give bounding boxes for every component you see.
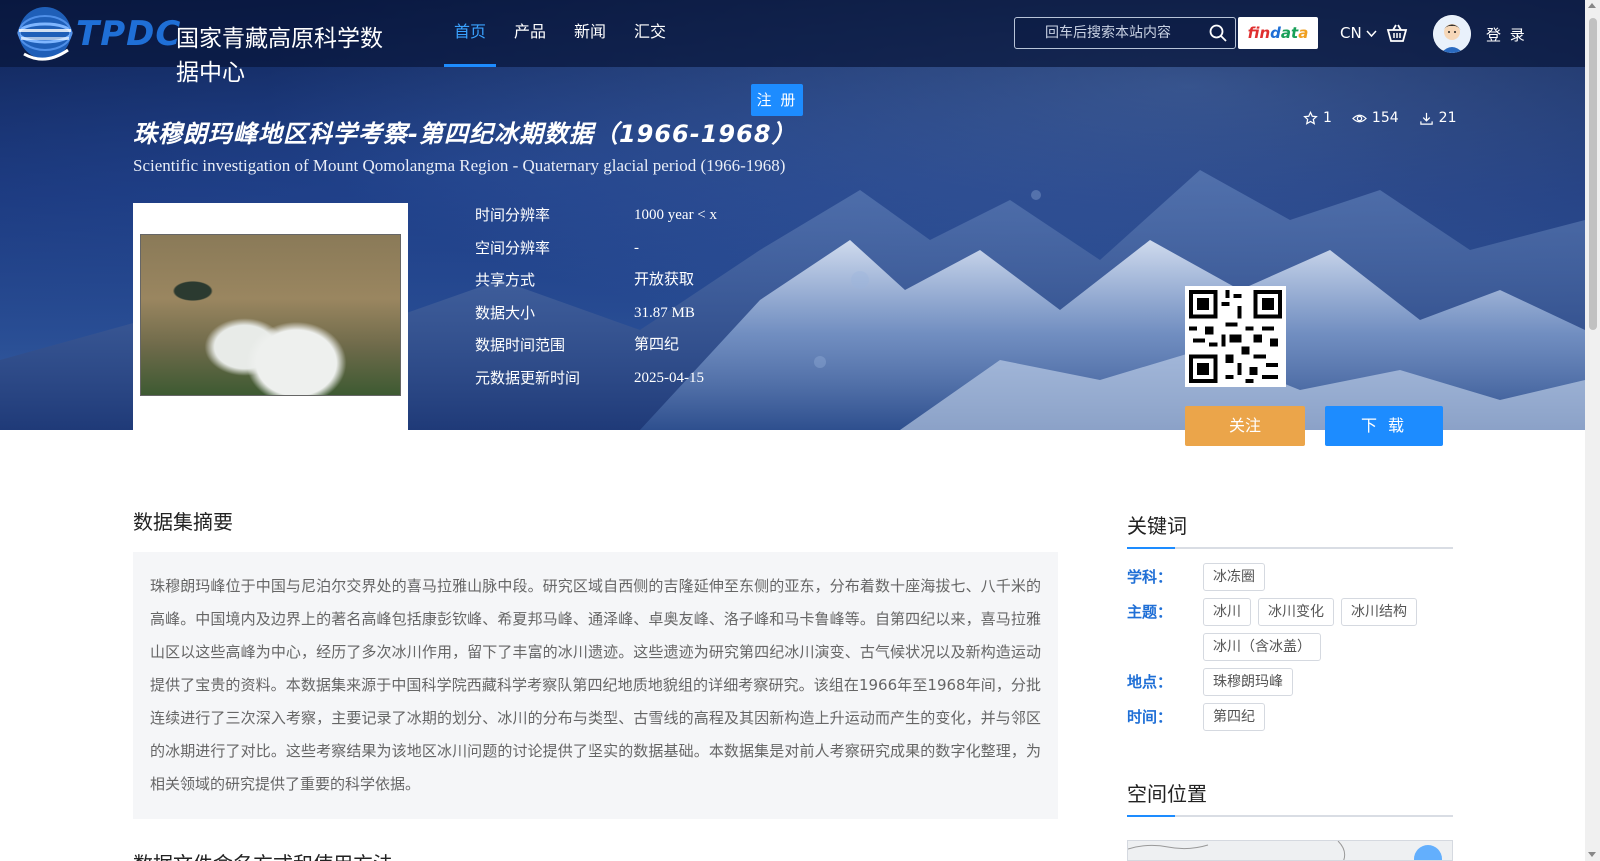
downloads-count: 21 xyxy=(1438,110,1457,126)
meta-value: 第四纪 xyxy=(634,337,680,353)
meta-value: 开放获取 xyxy=(634,272,695,288)
avatar[interactable] xyxy=(1433,15,1471,53)
favorites-count: 1 xyxy=(1323,110,1332,126)
keyword-group-time: 时间： 第四纪 xyxy=(1127,703,1453,731)
main-nav: 首页 产品 新闻 汇交 xyxy=(440,0,680,67)
meta-value: - xyxy=(634,239,639,256)
keyword-tag[interactable]: 珠穆朗玛峰 xyxy=(1203,668,1293,696)
meta-row: 时间分辨率 1000 year < x xyxy=(475,203,717,236)
spatial-panel: 空间位置 xyxy=(1127,778,1453,817)
keyword-tag[interactable]: 冰川结构 xyxy=(1341,598,1417,626)
meta-label: 空间分辨率 xyxy=(475,238,551,257)
keyword-tag[interactable]: 冰川（含冰盖） xyxy=(1203,633,1321,661)
keyword-group-place: 地点： 珠穆朗玛峰 xyxy=(1127,668,1453,696)
meta-label: 时间分辨率 xyxy=(475,206,551,224)
user-avatar-icon xyxy=(1433,15,1471,53)
nav-news[interactable]: 新闻 xyxy=(560,0,620,67)
follow-button[interactable]: 关注 xyxy=(1185,406,1305,446)
meta-value: 31.87 MB xyxy=(634,304,695,321)
meta-row: 空间分辨率 - xyxy=(475,236,717,269)
nav-home[interactable]: 首页 xyxy=(440,0,500,67)
logo-abbreviation: TPDC xyxy=(76,14,182,54)
findata-logo-part1: fin xyxy=(1247,24,1271,42)
dataset-metadata: 时间分辨率 1000 year < x 空间分辨率 - 共享方式 开放获取 数据… xyxy=(475,203,717,398)
findata-button[interactable]: findata xyxy=(1238,17,1318,49)
site-name: 国家青藏高原科学数据中心 xyxy=(176,26,383,86)
keyword-group-label: 学科： xyxy=(1127,568,1173,586)
star-icon xyxy=(1303,110,1318,125)
language-switch[interactable]: CN xyxy=(1340,24,1378,42)
findata-logo-part4: a xyxy=(1298,24,1309,42)
abstract-text: 珠穆朗玛峰位于中国与尼泊尔交界处的喜马拉雅山脉中段。研究区域自西侧的吉隆延伸至东… xyxy=(133,552,1058,819)
globe-logo-icon xyxy=(17,7,73,61)
vertical-scrollbar[interactable] xyxy=(1585,0,1600,861)
file-naming-title: 数据文件命名方式和使用方法 xyxy=(133,848,393,861)
keyword-group-discipline: 学科： 冰冻圈 xyxy=(1127,563,1453,591)
meta-row: 数据时间范围 第四纪 xyxy=(475,333,717,366)
thumbnail-map-image xyxy=(140,234,401,396)
spatial-map[interactable] xyxy=(1127,840,1453,861)
keyword-tag[interactable]: 冰川变化 xyxy=(1258,598,1334,626)
keyword-tags: 冰冻圈 xyxy=(1203,563,1453,591)
nav-submit[interactable]: 汇交 xyxy=(620,0,680,67)
dataset-title-en: Scientific investigation of Mount Qomola… xyxy=(133,156,786,175)
register-button[interactable]: 注 册 xyxy=(751,84,803,116)
qr-code-icon xyxy=(1185,286,1286,387)
search-input[interactable] xyxy=(1015,18,1205,48)
keyword-tags: 珠穆朗玛峰 xyxy=(1203,668,1453,696)
download-icon xyxy=(1419,112,1433,125)
views-count: 154 xyxy=(1371,110,1399,126)
keyword-group-theme: 主题： 冰川 冰川变化 冰川结构 冰川（含冰盖） xyxy=(1127,598,1453,661)
keywords-panel: 关键词 学科： 冰冻圈 主题： 冰川 冰川变化 冰川结构 冰川（含冰盖） 地点： xyxy=(1127,510,1453,738)
meta-label: 元数据更新时间 xyxy=(475,368,581,387)
chevron-down-icon xyxy=(1366,30,1378,38)
search-icon[interactable] xyxy=(1209,24,1227,42)
language-label: CN xyxy=(1340,24,1362,42)
downloads-stat: 21 xyxy=(1419,110,1457,126)
keyword-tag[interactable]: 冰冻圈 xyxy=(1203,563,1265,591)
download-button[interactable]: 下 载 xyxy=(1325,406,1443,446)
views-stat: 154 xyxy=(1351,110,1399,126)
scroll-down-arrow-icon[interactable] xyxy=(1588,852,1596,857)
meta-row: 数据大小 31.87 MB xyxy=(475,301,717,334)
eye-icon xyxy=(1351,114,1367,122)
scroll-up-arrow-icon[interactable] xyxy=(1588,3,1596,8)
meta-label: 数据大小 xyxy=(475,303,536,322)
favorites-stat[interactable]: 1 xyxy=(1303,110,1332,126)
scroll-thumb[interactable] xyxy=(1589,18,1597,330)
keyword-groups: 学科： 冰冻圈 主题： 冰川 冰川变化 冰川结构 冰川（含冰盖） 地点： 珠穆朗… xyxy=(1127,563,1453,731)
top-navbar: TPDC 国家青藏高原科学数据中心 首页 产品 新闻 汇交 findata CN xyxy=(0,0,1585,86)
spatial-title: 空间位置 xyxy=(1127,778,1453,817)
keyword-tag[interactable]: 冰川 xyxy=(1203,598,1251,626)
meta-label: 数据时间范围 xyxy=(475,336,566,354)
keyword-tags: 冰川 冰川变化 冰川结构 冰川（含冰盖） xyxy=(1203,598,1453,661)
keyword-tags: 第四纪 xyxy=(1203,703,1453,731)
page: TPDC 国家青藏高原科学数据中心 首页 产品 新闻 汇交 findata CN xyxy=(0,0,1600,861)
login-link[interactable]: 登 录 xyxy=(1486,24,1527,45)
nav-products[interactable]: 产品 xyxy=(500,0,560,67)
keyword-tag[interactable]: 第四纪 xyxy=(1203,703,1265,731)
search-box xyxy=(1014,17,1236,49)
keyword-group-label: 主题： xyxy=(1127,603,1173,621)
meta-row: 元数据更新时间 2025-04-15 xyxy=(475,366,717,399)
keywords-title: 关键词 xyxy=(1127,510,1453,549)
site-logo[interactable]: TPDC 国家青藏高原科学数据中心 xyxy=(16,4,396,86)
map-outline xyxy=(1128,841,1442,860)
meta-value: 1000 year < x xyxy=(634,207,718,223)
dataset-title-cn: 珠穆朗玛峰地区科学考察-第四纪冰期数据（1966-1968） xyxy=(133,120,797,148)
meta-row: 共享方式 开放获取 xyxy=(475,268,717,301)
findata-logo-part3: at xyxy=(1280,24,1299,42)
findata-logo-part2: d xyxy=(1270,24,1281,42)
abstract-title: 数据集摘要 xyxy=(133,510,233,534)
dataset-thumbnail[interactable] xyxy=(133,203,408,431)
keyword-group-label: 地点： xyxy=(1127,673,1173,691)
keyword-group-label: 时间： xyxy=(1127,708,1173,726)
meta-value: 2025-04-15 xyxy=(634,369,704,386)
dataset-stats: 1 154 21 xyxy=(1303,110,1456,126)
meta-label: 共享方式 xyxy=(475,271,536,289)
cart-icon[interactable] xyxy=(1386,22,1408,44)
